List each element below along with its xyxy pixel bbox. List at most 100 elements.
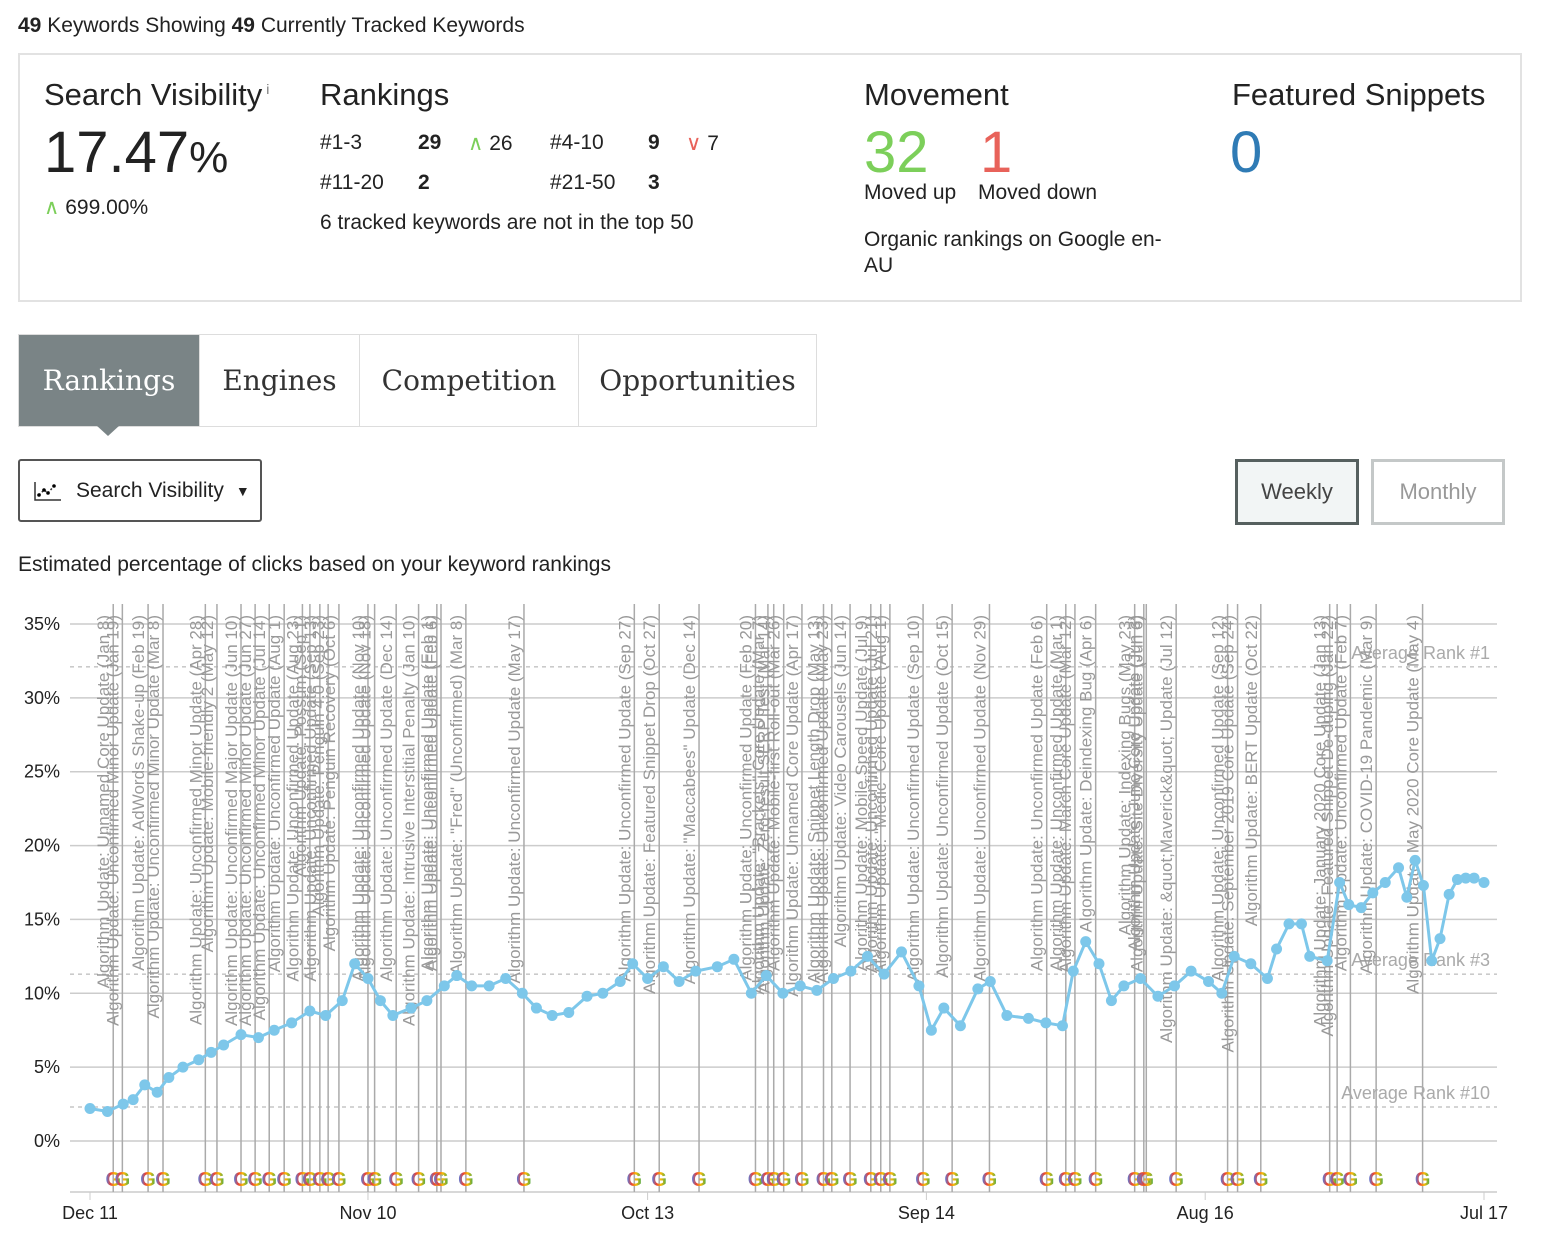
data-point — [1022, 1012, 1034, 1024]
data-point — [1067, 965, 1079, 977]
data-point — [1228, 950, 1240, 962]
data-point — [673, 975, 685, 987]
data-point — [1245, 958, 1257, 970]
data-point — [794, 980, 806, 992]
data-point — [193, 1054, 205, 1066]
data-point — [984, 975, 996, 987]
algorithm-update-label: Algorithm Update: Unconfirmed Update (Ma… — [505, 615, 524, 984]
data-point — [483, 980, 495, 992]
data-point — [1379, 877, 1391, 888]
algorithm-update-label: Algorithm Update: Intrusive Interstitial… — [400, 615, 419, 1026]
algorithm-update-label: Algorithm Update: &quot;Maverick&quot; U… — [1157, 615, 1176, 1043]
algorithm-update-label: Algorithm Update: Unconfirmed Update (Fe… — [422, 615, 441, 971]
data-point — [405, 1002, 417, 1014]
data-point — [1001, 1009, 1013, 1021]
data-point — [1417, 879, 1429, 891]
algorithm-update-label: Algorithm Update: Mobile-first Roll-out … — [765, 615, 784, 971]
y-tick-label: 30% — [24, 688, 60, 708]
data-point — [827, 973, 839, 985]
data-point — [1367, 887, 1379, 899]
algorithm-update-label: Algorithm Update: Mobile-friendly 2 (May… — [198, 615, 217, 952]
data-point — [896, 946, 908, 958]
algorithm-update-label: Algorithm Update: Deindexing Bug (Apr 6) — [1077, 615, 1096, 933]
data-point — [451, 970, 463, 982]
algorithm-update-label: Algorithm Update: "Fred" (Unconfirmed) (… — [447, 615, 466, 975]
google-icon: G — [140, 1169, 156, 1191]
google-icon: G — [1343, 1169, 1359, 1191]
data-point — [1343, 899, 1355, 911]
google-icon: G — [115, 1169, 131, 1191]
google-icon: G — [651, 1169, 667, 1191]
data-point — [811, 984, 823, 996]
data-point — [1443, 888, 1455, 900]
google-icon: G — [1168, 1169, 1184, 1191]
algorithm-update-label: Algorithm Update: Unconfirmed Update (Oc… — [933, 615, 952, 978]
data-point — [878, 968, 890, 980]
data-point — [938, 1002, 950, 1014]
y-tick-label: 20% — [24, 836, 60, 856]
data-point — [614, 975, 626, 987]
data-point — [304, 1005, 316, 1017]
algorithm-update-label: Algorithm Update: Unconfirmed Update (Fe… — [1028, 615, 1047, 971]
google-icon: G — [915, 1169, 931, 1191]
algorithm-update-label: Algorithm Update: Unconfirmed Update (No… — [356, 615, 375, 982]
google-icon: G — [331, 1169, 347, 1191]
y-tick-label: 0% — [34, 1131, 60, 1151]
y-tick-label: 35% — [24, 614, 60, 634]
google-icon: G — [1067, 1169, 1083, 1191]
data-point — [972, 983, 984, 995]
x-tick-label: Sep 14 — [898, 1203, 955, 1223]
data-point — [1093, 958, 1105, 970]
x-tick-label: Nov 10 — [339, 1203, 396, 1223]
data-point — [1152, 990, 1164, 1002]
data-point — [1393, 862, 1405, 874]
data-point — [1261, 973, 1273, 985]
data-point — [745, 987, 757, 999]
data-point — [1468, 872, 1480, 884]
data-point — [1185, 965, 1197, 977]
algorithm-update-label: Algorithm Update: Featured Snippet Drop … — [640, 615, 659, 994]
data-point — [1334, 877, 1346, 888]
data-point — [1304, 950, 1316, 962]
data-point — [438, 980, 450, 992]
algorithm-update-label: Algorithm Update: March Core Update (Mar… — [1056, 615, 1075, 973]
data-point — [728, 953, 740, 965]
search-visibility-chart: 0%5%10%15%20%25%30%35%Average Rank #1Ave… — [24, 604, 1508, 1223]
data-point — [1056, 1020, 1068, 1032]
google-icon: G — [776, 1169, 792, 1191]
algorithm-update-label: Algorithm Update: May 2020 Core Update (… — [1404, 615, 1423, 994]
data-point — [362, 973, 374, 985]
google-icon: G — [1088, 1169, 1104, 1191]
data-point — [516, 987, 528, 999]
google-icon: G — [1139, 1169, 1155, 1191]
data-point — [1203, 975, 1215, 987]
data-point — [286, 1017, 298, 1029]
google-icon: G — [276, 1169, 292, 1191]
data-point — [546, 1009, 558, 1021]
algorithm-update-label: Algorithm Update: Video Carousels (Jun 1… — [831, 615, 850, 947]
google-icon: G — [458, 1169, 474, 1191]
y-tick-label: 10% — [24, 983, 60, 1003]
data-point — [1295, 918, 1307, 930]
data-point — [421, 995, 433, 1007]
data-point — [101, 1105, 113, 1117]
google-icon: G — [944, 1169, 960, 1191]
data-point — [1401, 891, 1413, 903]
data-point — [711, 961, 723, 973]
google-icon: G — [627, 1169, 643, 1191]
algorithm-update-label: Algorithm Update: COVID-19 Pandemic (Mar… — [1357, 615, 1376, 974]
algorithm-update-label: Algorithm Update: Site Diversity Update … — [1127, 615, 1146, 972]
algorithm-update-label: Algorithm Update: Unconfirmed Update (Se… — [904, 615, 923, 982]
data-point — [954, 1020, 966, 1032]
data-point — [466, 980, 478, 992]
google-icon: G — [794, 1169, 810, 1191]
y-tick-label: 15% — [24, 909, 60, 929]
algorithm-update-label: Algorithm Update: "Maccabees" Update (De… — [680, 615, 699, 984]
data-point — [845, 965, 857, 977]
data-point — [151, 1086, 163, 1098]
x-tick-label: Jul 17 — [1460, 1203, 1508, 1223]
algorithm-update-label: Algorithm Update: BERT Update (Oct 22) — [1242, 615, 1261, 926]
google-icon: G — [882, 1169, 898, 1191]
data-point — [1426, 955, 1438, 967]
google-icon: G — [1415, 1169, 1431, 1191]
